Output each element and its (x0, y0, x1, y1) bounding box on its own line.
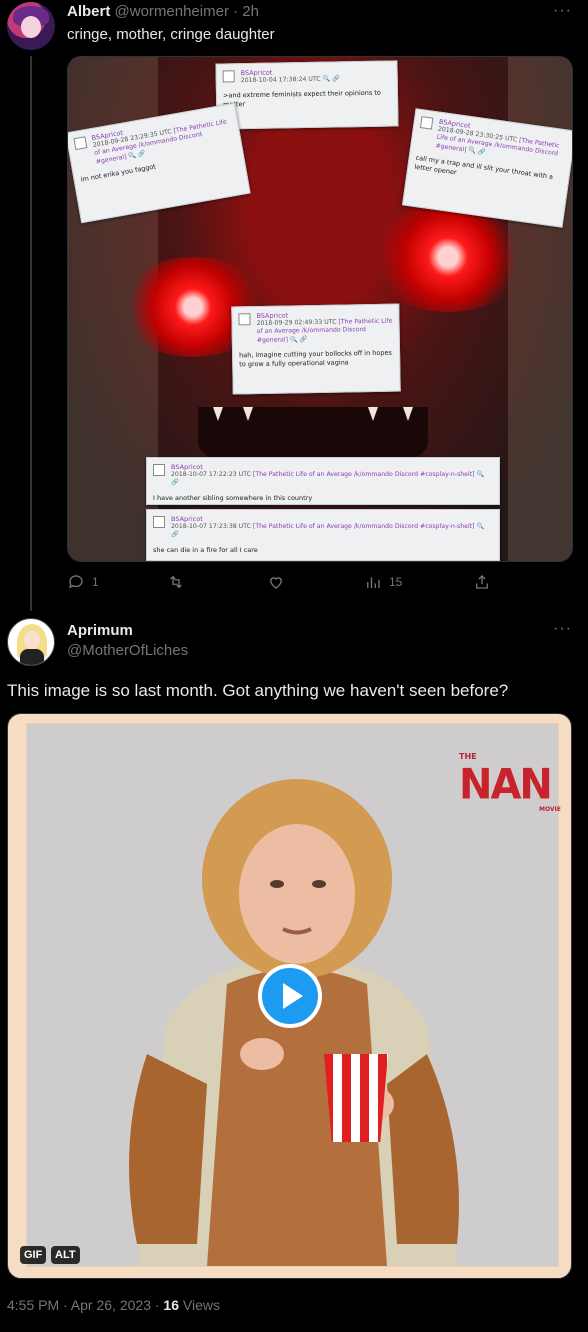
chat-card-5: BSApricot 2018-10-07 17:22:23 UTC [The P… (146, 457, 500, 505)
avatar-placeholder (419, 116, 434, 130)
avatar-placeholder (153, 516, 165, 528)
avatar-face (24, 631, 40, 649)
tweet-header: Albert @wormenheimer · 2h (67, 3, 259, 20)
chat-card-6: BSApricot 2018-10-07 17:23:38 UTC [The P… (146, 509, 500, 561)
views-button[interactable]: 15 (364, 573, 402, 591)
card-message: she can die in a fire for all I care (153, 545, 258, 554)
views-count: 16 (163, 1297, 179, 1313)
heart-icon (270, 577, 282, 589)
retweet-button[interactable] (167, 573, 192, 591)
gif-media[interactable]: THE NAN MOVIE GIF ALT (7, 713, 572, 1279)
like-button[interactable] (267, 573, 292, 591)
tweet-time[interactable]: 2h (242, 3, 259, 20)
views-count: 15 (389, 575, 403, 589)
retweet-icon (170, 575, 182, 589)
share-icon (476, 575, 488, 589)
author-handle[interactable]: @MotherOfLiches (67, 642, 188, 659)
tweet-footer: 4:55 PM · Apr 26, 2023 · 16 Views (7, 1297, 220, 1313)
card-timestamp: 2018-10-04 17:38:24 UTC 🔍 🔗 (240, 75, 341, 85)
card-username: BSApricot (171, 463, 203, 471)
share-button[interactable] (473, 573, 491, 591)
card-message: hah, imagine cutting your bollocks off i… (239, 348, 392, 369)
author-name[interactable]: Albert (67, 3, 110, 20)
card-timestamp: 2018-09-29 02:49:33 UTC [The Pathetic Li… (256, 317, 393, 344)
tweet-aprimum[interactable]: Aprimum @MotherOfLiches ··· This image i… (0, 612, 588, 1332)
author-name[interactable]: Aprimum (67, 622, 133, 639)
analytics-icon (367, 577, 380, 588)
tweet-text: This image is so last month. Got anythin… (7, 681, 509, 700)
more-options-icon[interactable]: ··· (553, 2, 572, 20)
chat-card-4: BSApricot 2018-09-29 02:49:33 UTC [The P… (231, 303, 401, 395)
tweet-image[interactable]: BSApricot 2018-10-04 17:38:24 UTC 🔍 🔗 >a… (67, 56, 573, 562)
avatar-placeholder (73, 136, 88, 151)
card-message: I have another sibling somewhere in this… (153, 493, 313, 502)
reply-icon (68, 575, 83, 589)
play-icon (283, 983, 303, 1009)
play-button[interactable] (258, 964, 322, 1028)
avatar-placeholder (222, 70, 235, 83)
avatar-placeholder (153, 464, 165, 476)
popcorn-bucket (324, 1054, 388, 1142)
card-message: >and extreme feminists expect their opin… (222, 89, 381, 109)
author-handle[interactable]: @wormenheimer (115, 3, 229, 20)
tweet-actions-bar: 1 15 (67, 573, 497, 595)
avatar-placeholder (238, 313, 251, 326)
tweet-albert[interactable]: Albert @wormenheimer · 2h ··· cringe, mo… (0, 0, 588, 611)
avatar-body (20, 649, 44, 665)
avatar-aprimum[interactable] (7, 618, 55, 666)
reply-button[interactable]: 1 (67, 573, 99, 591)
thread-connector-line (30, 56, 32, 611)
views-label: Views (182, 1297, 220, 1313)
card-timestamp: 2018-10-07 17:22:23 UTC [The Pathetic Li… (171, 471, 485, 487)
card-username: BSApricot (171, 515, 203, 523)
header-separator: · (233, 3, 239, 20)
gif-badge: GIF (20, 1246, 47, 1264)
tweet-timestamp[interactable]: 4:55 PM · Apr 26, 2023 · (7, 1297, 160, 1313)
avatar-albert[interactable] (7, 2, 55, 50)
card-timestamp: 2018-10-07 17:23:38 UTC [The Pathetic Li… (171, 523, 485, 539)
tweet-text: cringe, mother, cringe daughter (67, 26, 275, 43)
reply-count: 1 (92, 575, 99, 589)
more-options-icon[interactable]: ··· (553, 620, 572, 638)
chat-card-1: BSApricot 2018-10-04 17:38:24 UTC 🔍 🔗 >a… (215, 60, 399, 130)
alt-badge[interactable]: ALT (51, 1246, 80, 1264)
avatar-face (21, 16, 41, 38)
